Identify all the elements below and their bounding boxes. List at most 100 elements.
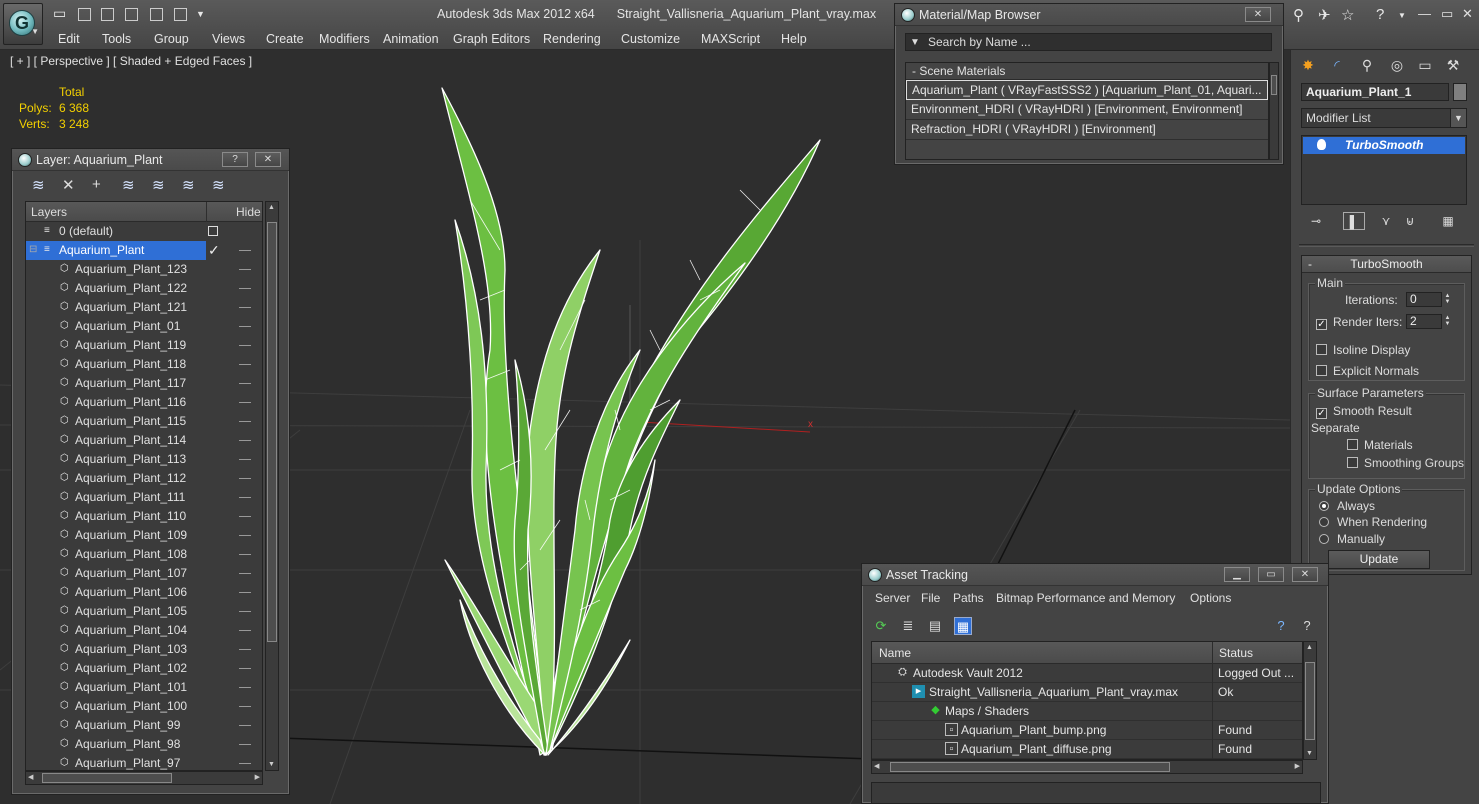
hide-toggle[interactable] [239, 592, 251, 593]
scroll-up-icon[interactable]: ▲ [268, 204, 275, 211]
refresh-icon[interactable]: ⟳ [872, 617, 890, 635]
radio-icon[interactable] [1319, 517, 1329, 527]
hide-toggle[interactable] [239, 326, 251, 327]
spinner-arrows-icon[interactable]: ▲ ▼ [1443, 293, 1452, 306]
scene-materials-group-header[interactable]: - Scene Materials [906, 63, 1268, 80]
menu-file[interactable]: File [921, 591, 940, 605]
hide-all-layers-icon[interactable]: ≋ [182, 176, 195, 194]
checkbox-icon[interactable] [1316, 365, 1327, 376]
configure-modifier-sets-icon[interactable]: ▦ [1437, 212, 1459, 230]
material-browser-titlebar[interactable]: Material/Map Browser ✕ [895, 4, 1283, 26]
scroll-down-icon[interactable]: ▼ [268, 761, 275, 768]
close-button[interactable]: ✕ [1245, 7, 1271, 22]
close-button[interactable]: ✕ [1292, 567, 1318, 582]
menu-create[interactable]: Create [266, 32, 304, 46]
asset-row-vault[interactable]: ⛭ Autodesk Vault 2012 Logged Out ... [872, 664, 1302, 683]
hide-toggle[interactable] [239, 402, 251, 403]
communication-icon[interactable]: ✈ [1318, 6, 1331, 24]
pin-stack-icon[interactable]: ⊸ [1305, 212, 1327, 230]
name-column-header[interactable]: Name [879, 646, 911, 660]
layers-column-header[interactable]: Layers [31, 205, 67, 219]
help-icon[interactable]: ? [1272, 617, 1290, 635]
favorites-star-icon[interactable]: ☆ [1341, 6, 1354, 24]
hide-toggle[interactable] [239, 763, 251, 764]
render-iters-spinner[interactable]: 2 ▲ ▼ [1406, 314, 1450, 329]
checkbox-icon[interactable] [1347, 457, 1358, 468]
hide-toggle[interactable] [239, 307, 251, 308]
hide-toggle[interactable] [239, 345, 251, 346]
scroll-right-icon[interactable]: ▶ [255, 773, 260, 781]
current-layer-icon[interactable] [208, 226, 218, 236]
menu-rendering[interactable]: Rendering [543, 32, 601, 46]
layer-vertical-scrollbar[interactable]: ▲ ▼ [265, 201, 279, 771]
hide-toggle[interactable] [239, 364, 251, 365]
layer-window-titlebar[interactable]: Layer: Aquarium_Plant ? ✕ [12, 149, 289, 171]
layer-object-row[interactable]: ⬡ Aquarium_Plant_01 [26, 317, 262, 336]
iterations-spinner[interactable]: 0 ▲ ▼ [1406, 292, 1450, 307]
menu-help[interactable]: Help [781, 32, 807, 46]
hide-toggle[interactable] [239, 649, 251, 650]
help-icon[interactable]: ? [1376, 6, 1384, 23]
asset-row-diffuse-map[interactable]: ▫ Aquarium_Plant_diffuse.png Found [872, 740, 1302, 759]
layer-object-row[interactable]: ⬡ Aquarium_Plant_98 [26, 735, 262, 754]
highlight-selected-layer-icon[interactable]: ≋ [152, 176, 165, 194]
hide-toggle[interactable] [239, 725, 251, 726]
scroll-up-icon[interactable]: ▲ [1306, 644, 1313, 651]
options-dropdown-icon[interactable]: ▼ [910, 35, 920, 51]
thumbnail-view-icon[interactable]: ▤ [926, 617, 944, 635]
select-objects-in-layer-icon[interactable]: ≋ [122, 176, 135, 194]
hide-toggle[interactable] [239, 516, 251, 517]
scroll-thumb[interactable] [1271, 75, 1277, 95]
hide-toggle[interactable] [239, 421, 251, 422]
asset-row-max-file[interactable]: ▸ Straight_Vallisneria_Aquarium_Plant_vr… [872, 683, 1302, 702]
menu-graph-editors[interactable]: Graph Editors [453, 32, 530, 46]
layer-object-row[interactable]: ⬡ Aquarium_Plant_106 [26, 583, 262, 602]
menu-animation[interactable]: Animation [383, 32, 439, 46]
material-item[interactable]: Refraction_HDRI ( VRayHDRI ) [Environmen… [906, 120, 1268, 140]
add-to-layer-icon[interactable]: + [92, 176, 101, 193]
quick-access-dropdown-icon[interactable]: ▼ [196, 9, 205, 19]
checkbox-icon[interactable] [1316, 344, 1327, 355]
render-iters-checkbox[interactable]: ✓ Render Iters: [1316, 315, 1402, 330]
layer-object-row[interactable]: ⬡ Aquarium_Plant_97 [26, 754, 262, 770]
menu-edit[interactable]: Edit [58, 32, 80, 46]
material-browser-scrollbar[interactable] [1269, 62, 1279, 160]
collapse-icon[interactable]: ⊟ [29, 244, 40, 255]
modifier-stack-item[interactable]: TurboSmooth [1303, 137, 1465, 154]
undo-icon[interactable] [101, 8, 114, 21]
layer-object-row[interactable]: ⬡ Aquarium_Plant_115 [26, 412, 262, 431]
layer-object-row[interactable]: ⬡ Aquarium_Plant_100 [26, 697, 262, 716]
hide-toggle[interactable] [239, 630, 251, 631]
binoculars-icon[interactable]: ⚲ [1293, 6, 1304, 24]
help-dropdown-icon[interactable]: ▼ [1398, 11, 1406, 20]
display-tab-icon[interactable]: ▭ [1413, 54, 1437, 76]
list-view-icon[interactable]: ≣ [899, 617, 917, 635]
modifier-stack[interactable]: TurboSmooth [1301, 135, 1467, 205]
create-tab-icon[interactable]: ✸ [1296, 54, 1320, 76]
aquarium-plant-model[interactable] [441, 87, 821, 756]
scroll-thumb[interactable] [1305, 662, 1315, 740]
application-menu-button[interactable]: G ▼ [3, 3, 43, 45]
layer-object-row[interactable]: ⬡ Aquarium_Plant_121 [26, 298, 262, 317]
minimize-button[interactable]: ▁ [1224, 567, 1250, 582]
scroll-left-icon[interactable]: ◀ [874, 762, 879, 770]
layer-object-row[interactable]: ⬡ Aquarium_Plant_110 [26, 507, 262, 526]
checkbox-icon[interactable] [1347, 439, 1358, 450]
redo-icon[interactable] [125, 8, 138, 21]
asset-horizontal-scrollbar[interactable]: ◀ ▶ [871, 760, 1303, 774]
radio-icon[interactable] [1319, 534, 1329, 544]
layer-object-row[interactable]: ⬡ Aquarium_Plant_103 [26, 640, 262, 659]
layer-object-row[interactable]: ⬡ Aquarium_Plant_117 [26, 374, 262, 393]
smooth-result-checkbox[interactable]: ✓ Smooth Result [1316, 404, 1412, 419]
menu-group[interactable]: Group [154, 32, 189, 46]
viewport-label-menu[interactable]: [ + ] [ Perspective ] [ Shaded + Edged F… [10, 54, 252, 68]
close-window-icon[interactable]: ✕ [1462, 6, 1473, 22]
remove-modifier-icon[interactable]: ⊌ [1399, 212, 1421, 230]
layer-object-row[interactable]: ⬡ Aquarium_Plant_99 [26, 716, 262, 735]
hide-toggle[interactable] [239, 668, 251, 669]
update-button[interactable]: Update [1328, 550, 1430, 569]
explicit-normals-checkbox[interactable]: Explicit Normals [1316, 364, 1419, 378]
asset-path-field[interactable] [871, 782, 1321, 804]
layer-object-row[interactable]: ⬡ Aquarium_Plant_111 [26, 488, 262, 507]
hide-toggle[interactable] [239, 459, 251, 460]
